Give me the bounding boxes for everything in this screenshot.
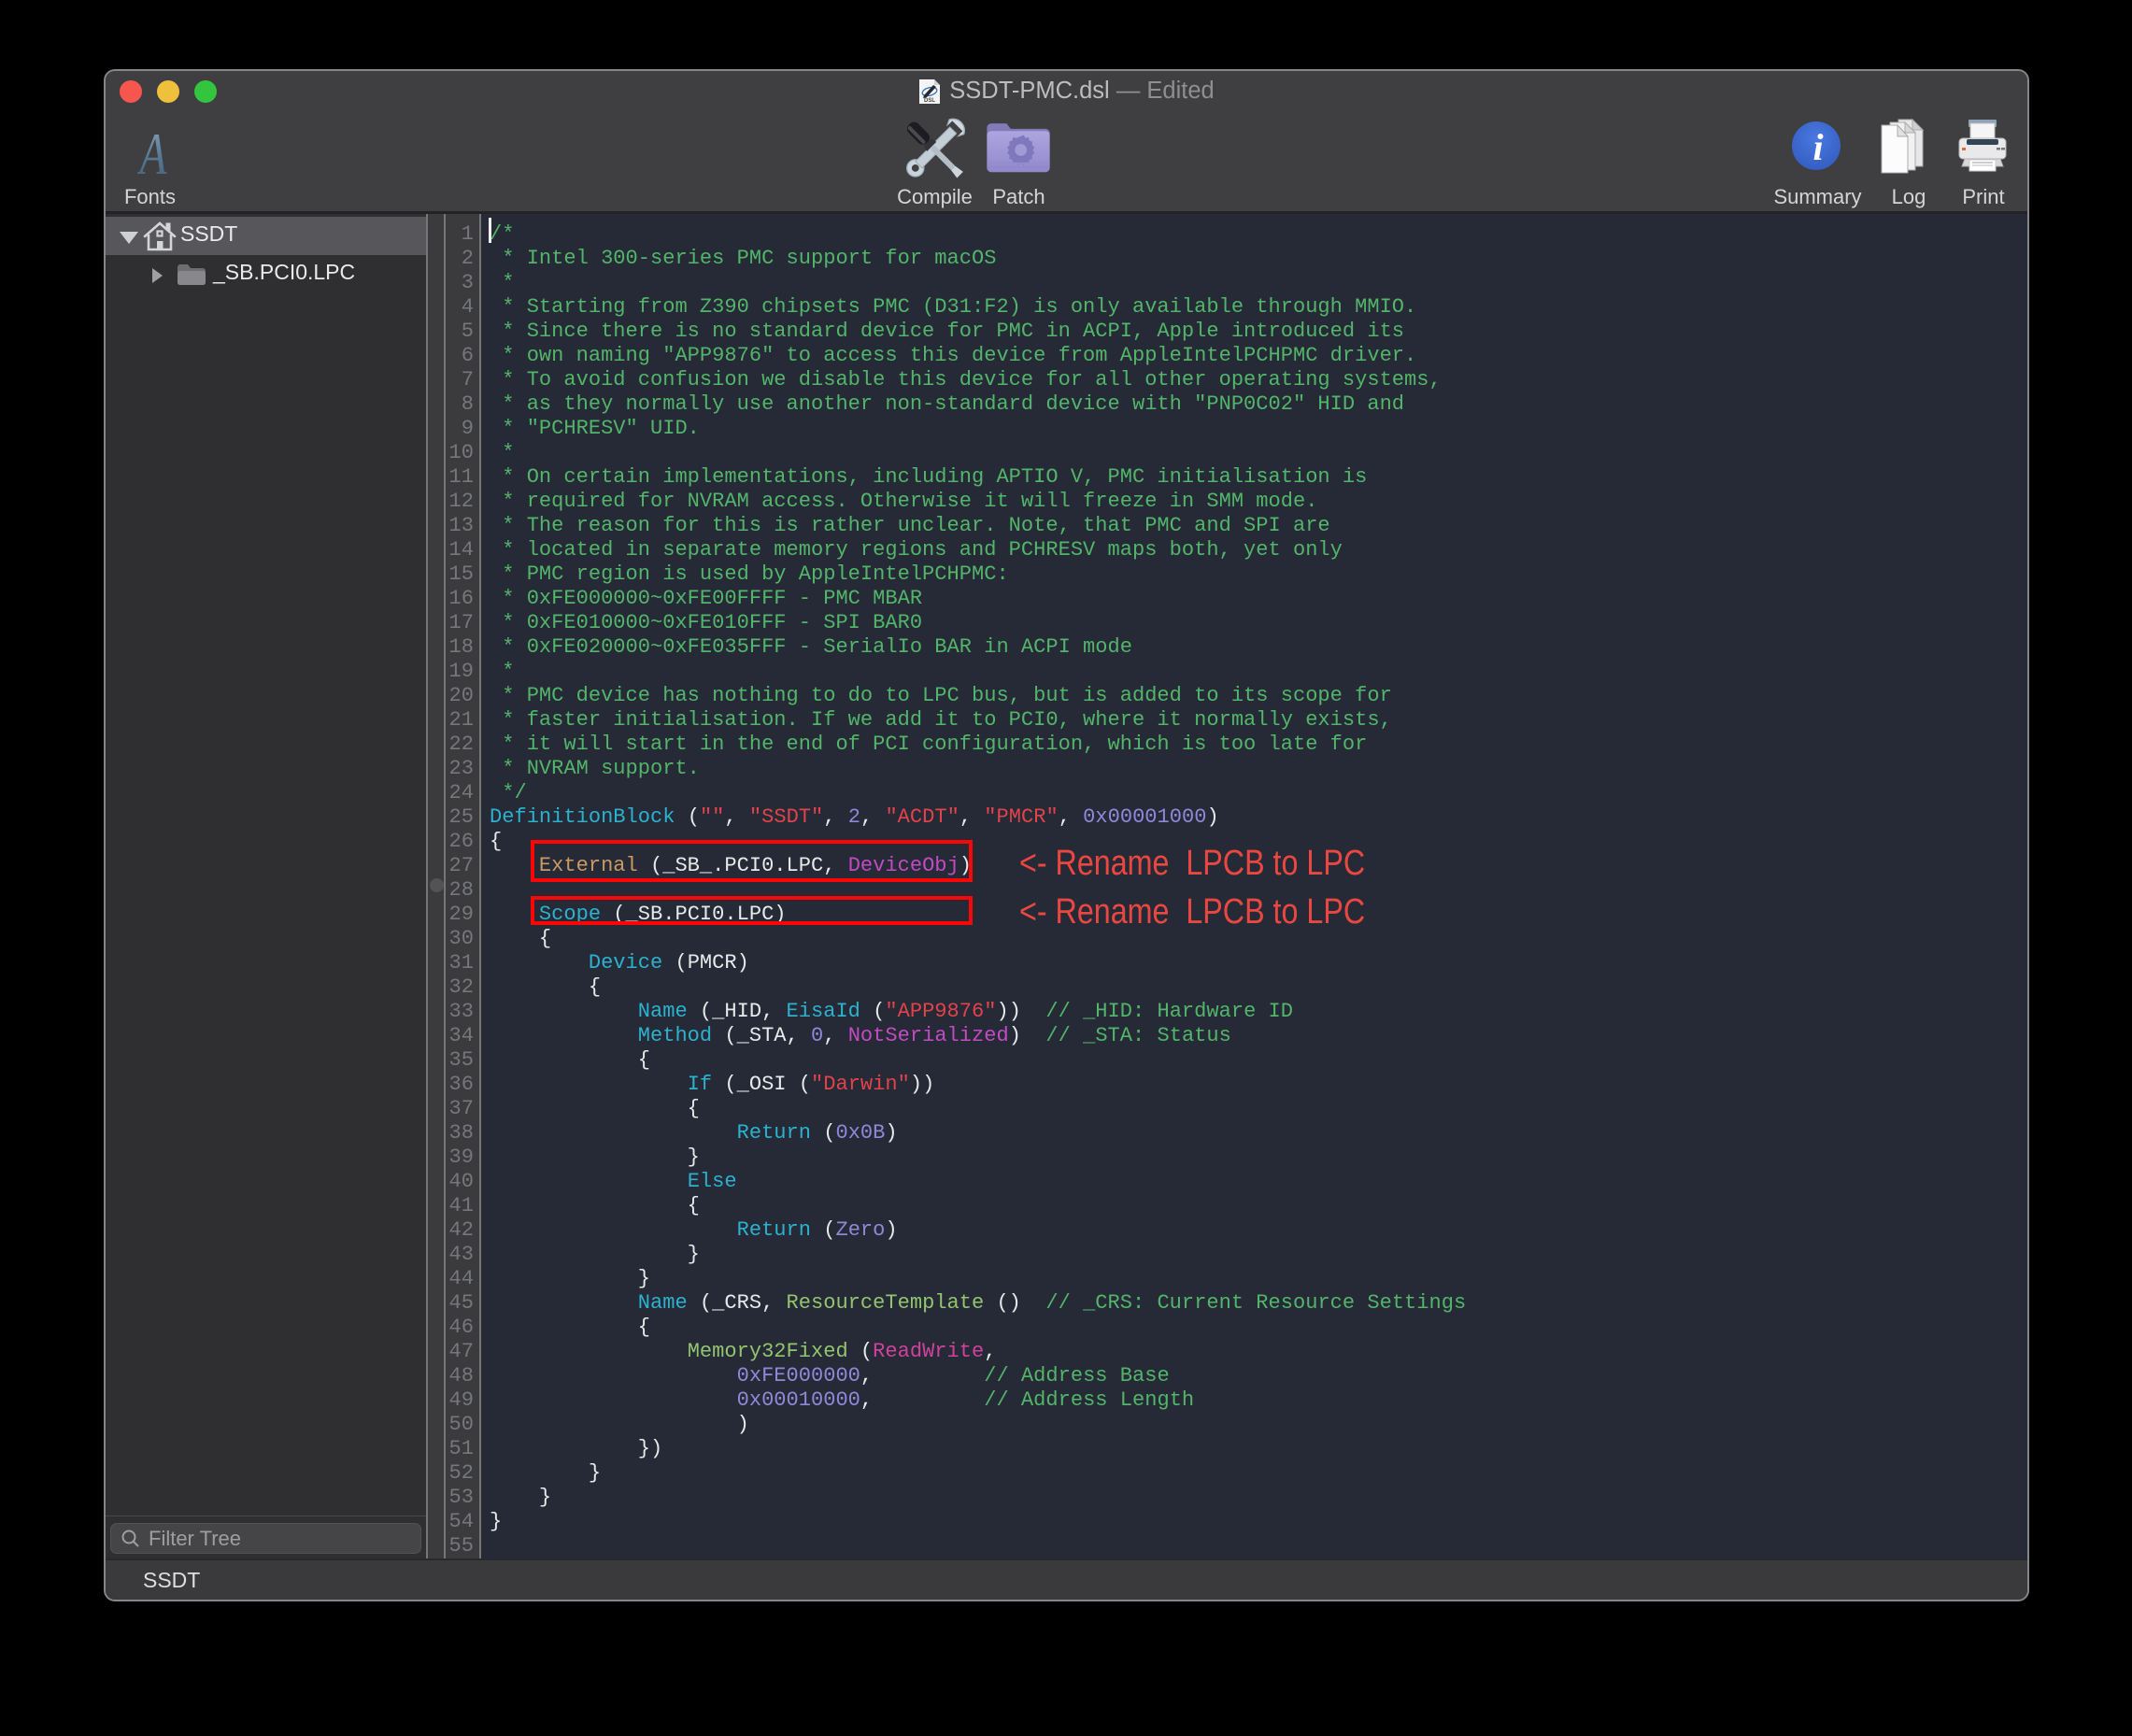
svg-text:i: i xyxy=(1812,126,1823,168)
svg-text:DSL: DSL xyxy=(924,98,935,104)
svg-text:A: A xyxy=(136,129,167,181)
